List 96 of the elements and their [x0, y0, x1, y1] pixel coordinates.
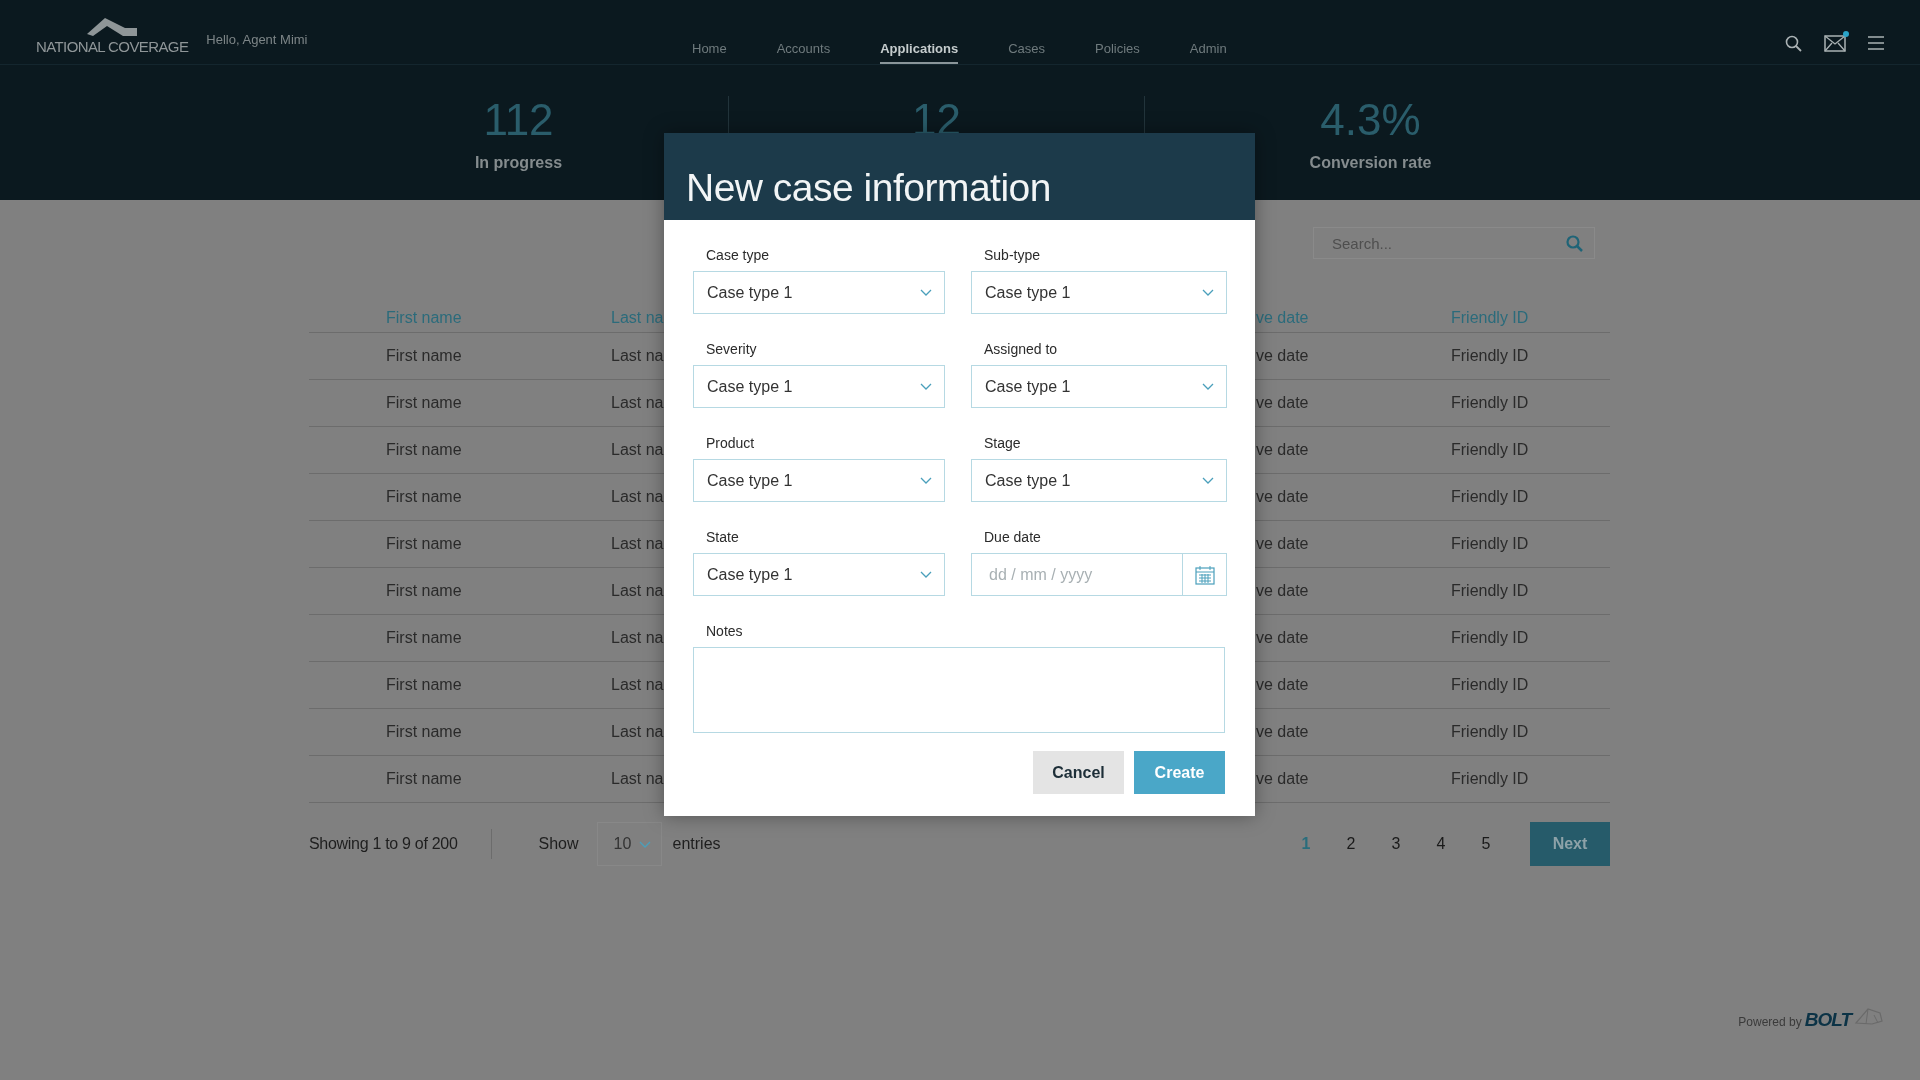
calendar-icon — [1194, 564, 1215, 585]
table-cell: First name — [386, 582, 462, 600]
entries-label: entries — [672, 835, 721, 853]
stat-value: 112 — [483, 96, 554, 145]
table-cell: Friendly ID — [1451, 394, 1529, 412]
entries-summary: Showing 1 to 9 of 200 — [309, 835, 458, 853]
table-cell: Last na — [611, 488, 664, 506]
modal-title: New case information — [686, 166, 1051, 210]
table-cell: Last na — [611, 441, 664, 459]
select-field[interactable]: Case type 1 — [693, 271, 945, 314]
chevron-down-icon — [1202, 383, 1214, 390]
stat-value: 4.3% — [1320, 96, 1421, 145]
field-label: Case type — [705, 247, 771, 263]
table-cell: Friendly ID — [1451, 488, 1529, 506]
table-cell: Friendly ID — [1451, 347, 1529, 365]
table-cell: Friendly ID — [1451, 535, 1529, 553]
field-label: Product — [705, 435, 756, 451]
mail-button[interactable] — [1824, 34, 1846, 52]
table-cell: Last na — [611, 347, 664, 365]
field-label: Notes — [705, 623, 744, 639]
table-cell: First name — [386, 394, 462, 412]
table-cell: ve date — [1256, 582, 1309, 600]
table-cell: Friendly ID — [1451, 441, 1529, 459]
table-cell: ve date — [1256, 488, 1309, 506]
field-label: Sub-type — [983, 247, 1042, 263]
field-label: Severity — [705, 341, 758, 357]
table-cell: ve date — [1256, 394, 1309, 412]
powered-by-text: Powered by — [1738, 1015, 1802, 1029]
table-cell: Friendly ID — [1451, 582, 1529, 600]
chevron-down-icon — [920, 571, 932, 578]
table-cell: ve date — [1256, 535, 1309, 553]
table-cell: ve date — [1256, 770, 1309, 788]
table-cell: Friendly ID — [1451, 770, 1529, 788]
date-field[interactable]: dd / mm / yyyy — [971, 553, 1182, 596]
search-icon[interactable] — [1785, 34, 1802, 52]
nav-tab[interactable]: Policies — [1095, 0, 1140, 64]
table-cell: Last na — [611, 394, 664, 412]
page-link[interactable]: 2 — [1342, 835, 1360, 853]
table-cell: Last na — [611, 723, 664, 741]
nav-tab[interactable]: Admin — [1189, 0, 1227, 64]
stat-label: In progress — [474, 153, 563, 173]
chevron-down-icon — [920, 289, 932, 296]
page-size-select[interactable]: 10 — [596, 822, 662, 866]
chevron-down-icon — [1202, 477, 1214, 484]
table-cell: Last na — [611, 676, 664, 694]
field-label: Due date — [983, 529, 1042, 545]
page-link[interactable]: 3 — [1387, 835, 1405, 853]
greeting-text: Hello, Agent Mimi — [206, 31, 308, 47]
table-cell: ve date — [1256, 441, 1309, 459]
table-cell: ve date — [1256, 347, 1309, 365]
brand-logo: BOLT — [1804, 1009, 1851, 1031]
table-cell: Last na — [611, 770, 664, 788]
select-field[interactable]: Case type 1 — [971, 365, 1227, 408]
table-cell: Friendly ID — [1451, 676, 1529, 694]
select-field[interactable]: Case type 1 — [971, 459, 1227, 502]
table-cell: ve date — [1256, 723, 1309, 741]
show-label: Show — [538, 835, 579, 853]
table-cell: Friendly ID — [1451, 629, 1529, 647]
table-cell: First name — [386, 347, 462, 365]
select-field[interactable]: Case type 1 — [693, 365, 945, 408]
table-cell: First name — [386, 676, 462, 694]
select-field[interactable]: Case type 1 — [971, 271, 1227, 314]
chevron-down-icon — [920, 477, 932, 484]
chevron-down-icon — [638, 840, 651, 848]
page-link[interactable]: 4 — [1432, 835, 1450, 853]
table-cell: ve date — [1256, 676, 1309, 694]
table-cell: Last na — [611, 535, 664, 553]
field-label: Assigned to — [983, 341, 1059, 357]
create-button[interactable]: Create — [1134, 751, 1225, 794]
table-cell: First name — [386, 488, 462, 506]
mail-icon — [1824, 34, 1846, 52]
table-cell: First name — [386, 629, 462, 647]
page-link[interactable]: 5 — [1477, 835, 1495, 853]
table-cell: First name — [386, 441, 462, 459]
company-logo: NATIONAL COVERAGE — [36, 13, 189, 55]
table-cell: Friendly ID — [1451, 723, 1529, 741]
field-label: Stage — [983, 435, 1022, 451]
select-field[interactable]: Case type 1 — [693, 553, 945, 596]
table-cell: Last na — [611, 582, 664, 600]
field-label: State — [705, 529, 740, 545]
cancel-button[interactable]: Cancel — [1033, 751, 1124, 794]
chevron-down-icon — [920, 383, 932, 390]
notes-field[interactable] — [693, 647, 1225, 733]
table-cell: First name — [386, 770, 462, 788]
next-button[interactable]: Next — [1530, 822, 1610, 866]
nav-tab[interactable]: Cases — [1008, 0, 1046, 64]
stat-label: Conversion rate — [1309, 153, 1432, 173]
table-cell: ve date — [1256, 629, 1309, 647]
table-cell: First name — [386, 535, 462, 553]
table-cell: Last na — [611, 629, 664, 647]
table-cell: First name — [386, 723, 462, 741]
chevron-down-icon — [1202, 289, 1214, 296]
select-field[interactable]: Case type 1 — [693, 459, 945, 502]
nav-tab[interactable]: Accounts — [776, 0, 831, 64]
menu-icon[interactable] — [1868, 35, 1884, 51]
nav-tab[interactable]: Home — [692, 0, 727, 64]
